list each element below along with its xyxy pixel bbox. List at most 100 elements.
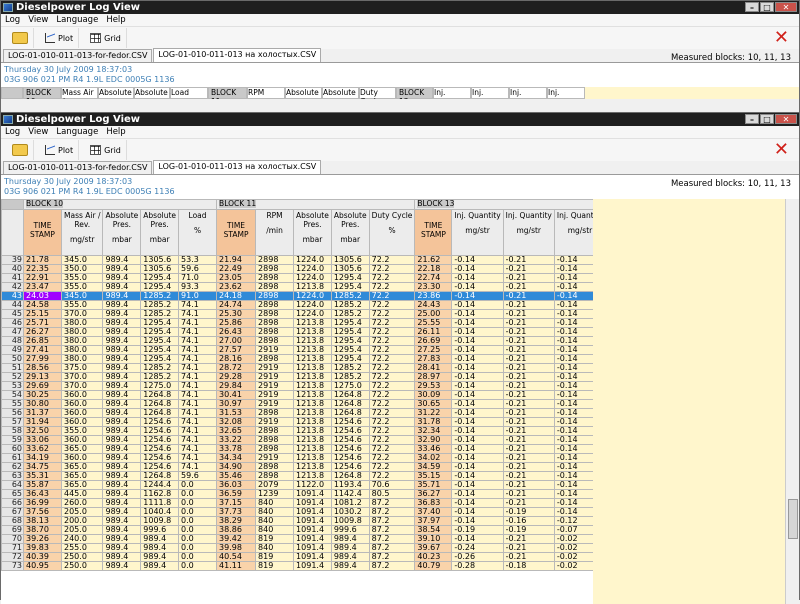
- column-header[interactable]: Mass Air / Rev. mg/str: [60, 209, 104, 256]
- table-row[interactable]: 40 22.35 350.0 989.4 1305.6 59.6 22.49 2898 1224…: [1, 264, 658, 274]
- menu-language[interactable]: Language: [56, 127, 98, 137]
- table-row[interactable]: 67 37.56 205.0 989.4 1040.4 0.0 37.73 840 1091.4…: [1, 507, 658, 517]
- column-header[interactable]: Inj. Quantity mg/str: [502, 209, 555, 256]
- table-row[interactable]: 53 29.69 370.0 989.4 1275.0 74.1 29.84 2919 1213…: [1, 381, 658, 391]
- close-window-button[interactable]: ✕: [775, 2, 797, 12]
- time-stamp-cell: 29.53: [414, 381, 453, 391]
- value-cell: -0.21: [502, 282, 555, 292]
- table-row[interactable]: 61 34.19 360.0 989.4 1254.6 74.1 34.34 2919 1213…: [1, 453, 658, 463]
- grid-button[interactable]: Grid: [85, 28, 127, 48]
- table-row[interactable]: 44 24.58 355.0 989.4 1285.2 74.1 24.74 2898 1224…: [1, 300, 658, 310]
- table-row[interactable]: 50 27.99 380.0 989.4 1295.4 74.1 28.16 2898 1213…: [1, 354, 658, 364]
- scrollbar-thumb[interactable]: [788, 499, 798, 539]
- column-header[interactable]: Load%: [178, 209, 218, 256]
- table-row[interactable]: 63 35.31 365.0 989.4 1264.8 59.6 35.46 2898 1213…: [1, 471, 658, 481]
- value-cell: 1264.8: [140, 399, 180, 409]
- column-header[interactable]: Absolute Pres. mbar: [102, 209, 142, 256]
- table-row[interactable]: 54 30.25 360.0 989.4 1264.8 74.1 30.41 2919 1213…: [1, 390, 658, 400]
- plot-button[interactable]: Plot: [40, 28, 80, 48]
- value-cell: 360.0: [60, 417, 104, 427]
- tab-file-1[interactable]: LOG-01-010-011-013-for-fedor.CSV: [3, 161, 153, 174]
- close-log-icon[interactable]: ✕: [774, 29, 789, 47]
- time-stamp-cell: 34.90: [216, 462, 257, 472]
- close-log-icon[interactable]: ✕: [774, 141, 789, 159]
- table-row[interactable]: 69 38.70 205.0 989.4 999.6 0.0 38.86 840 1091.4 9…: [1, 525, 658, 535]
- table-row[interactable]: 55 30.80 360.0 989.4 1264.8 74.1 30.97 2919 1213…: [1, 399, 658, 409]
- column-header[interactable]: Absolute Pres. mbar: [140, 209, 180, 256]
- table-row[interactable]: 64 35.87 365.0 989.4 1244.4 0.0 36.03 2079 1122.…: [1, 480, 658, 490]
- value-cell: 1213.8: [293, 417, 332, 427]
- menu-view[interactable]: View: [28, 127, 48, 137]
- table-row[interactable]: 60 33.62 365.0 989.4 1254.6 74.1 33.78 2898 1213…: [1, 444, 658, 454]
- table-row[interactable]: 52 29.13 370.0 989.4 1285.2 74.1 29.28 2919 1213…: [1, 372, 658, 382]
- back-window[interactable]: Dieselpower Log View – □ ✕ Log View Lang…: [0, 0, 800, 118]
- maximize-button[interactable]: □: [760, 2, 774, 12]
- table-row[interactable]: 57 31.94 360.0 989.4 1254.6 74.1 32.08 2919 1213…: [1, 417, 658, 427]
- front-window[interactable]: Dieselpower Log View – □ ✕ Log View Lang…: [0, 112, 800, 604]
- table-row[interactable]: 39 21.78 345.0 989.4 1305.6 53.3 21.94 2898 1224…: [1, 255, 658, 265]
- grid-button[interactable]: Grid: [85, 140, 127, 160]
- time-stamp-cell: 28.72: [216, 363, 257, 373]
- table-row[interactable]: 72 40.39 250.0 989.4 989.4 0.0 40.54 819 1091.4 9…: [1, 552, 658, 562]
- close-window-button[interactable]: ✕: [775, 114, 797, 124]
- table-row[interactable]: 47 26.27 380.0 989.4 1295.4 74.1 26.43 2898 1213…: [1, 327, 658, 337]
- table-row[interactable]: 66 36.99 260.0 989.4 1111.8 0.0 37.15 840 1091.4…: [1, 498, 658, 508]
- table-row[interactable]: 65 36.43 445.0 989.4 1162.8 0.0 36.59 1239 1091.…: [1, 489, 658, 499]
- table-row[interactable]: 73 40.95 250.0 989.4 989.4 0.0 41.11 819 1091.4 9…: [1, 561, 658, 571]
- back-grid[interactable]: BLOCK 10 Mass Air / ... Absolute ... Abs…: [1, 87, 799, 99]
- row-number: 65: [1, 489, 24, 499]
- tab-file-2[interactable]: LOG-01-010-011-013 на холостых.CSV: [153, 48, 322, 62]
- column-header[interactable]: RPM/min: [255, 209, 295, 256]
- column-header[interactable]: Duty Cycle%: [368, 209, 416, 256]
- column-header[interactable]: TIME STAMP: [23, 209, 62, 256]
- value-cell: 1305.6: [140, 264, 180, 274]
- value-cell: 2919: [255, 390, 295, 400]
- table-row[interactable]: 42 23.47 355.0 989.4 1295.4 93.3 23.62 2898 1213…: [1, 282, 658, 292]
- value-cell: 840: [255, 507, 295, 517]
- minimize-button[interactable]: –: [745, 114, 759, 124]
- value-cell: 989.4: [102, 300, 142, 310]
- menu-view[interactable]: View: [28, 15, 48, 25]
- table-row[interactable]: 58 32.50 355.0 989.4 1254.6 74.1 32.65 2898 1213…: [1, 426, 658, 436]
- menu-log[interactable]: Log: [5, 15, 20, 25]
- table-row[interactable]: 62 34.75 365.0 989.4 1254.6 74.1 34.90 2898 1213…: [1, 462, 658, 472]
- table-row[interactable]: 46 25.71 380.0 989.4 1295.4 74.1 25.86 2898 1213…: [1, 318, 658, 328]
- column-header[interactable]: Inj. Quantity mg/str: [451, 209, 504, 256]
- tab-file-2[interactable]: LOG-01-010-011-013 на холостых.CSV: [153, 160, 322, 174]
- back-title-bar[interactable]: Dieselpower Log View – □ ✕: [1, 1, 799, 14]
- plot-button[interactable]: Plot: [40, 140, 80, 160]
- front-title-bar[interactable]: Dieselpower Log View – □ ✕: [1, 113, 799, 126]
- data-table: BLOCK 10 BLOCK 11 BLOCK 13 TIME STAMP Mass Ai…: [1, 199, 658, 571]
- maximize-button[interactable]: □: [760, 114, 774, 124]
- minimize-button[interactable]: –: [745, 2, 759, 12]
- table-row[interactable]: 56 31.37 360.0 989.4 1264.8 74.1 31.53 2898 1213…: [1, 408, 658, 418]
- table-row[interactable]: 59 33.06 360.0 989.4 1254.6 74.1 33.22 2898 1213…: [1, 435, 658, 445]
- value-cell: 365.0: [60, 471, 104, 481]
- column-header[interactable]: TIME STAMP: [414, 209, 453, 256]
- table-row[interactable]: 49 27.41 380.0 989.4 1295.4 74.1 27.57 2919 1213…: [1, 345, 658, 355]
- table-row[interactable]: 51 28.56 375.0 989.4 1285.2 74.1 28.72 2919 1213…: [1, 363, 658, 373]
- table-row[interactable]: 41 22.91 355.0 989.4 1295.4 71.0 23.05 2898 1224…: [1, 273, 658, 283]
- column-header[interactable]: Absolute Pres. mbar: [293, 209, 332, 256]
- menu-help[interactable]: Help: [106, 127, 125, 137]
- column-header[interactable]: TIME STAMP: [216, 209, 257, 256]
- value-cell: 360.0: [60, 408, 104, 418]
- time-stamp-cell: 35.31: [23, 471, 62, 481]
- tab-file-1[interactable]: LOG-01-010-011-013-for-fedor.CSV: [3, 49, 153, 62]
- vertical-scrollbar[interactable]: [785, 199, 799, 604]
- table-row[interactable]: 45 25.15 370.0 989.4 1285.2 74.1 25.30 2898 1224…: [1, 309, 658, 319]
- column-header[interactable]: Absolute Pres. mbar: [330, 209, 370, 256]
- value-cell: 72.2: [368, 417, 416, 427]
- menu-help[interactable]: Help: [106, 15, 125, 25]
- table-row[interactable]: 71 39.83 255.0 989.4 989.4 0.0 39.98 840 1091.4 9…: [1, 543, 658, 553]
- open-button[interactable]: [7, 140, 34, 160]
- menu-language[interactable]: Language: [56, 15, 98, 25]
- table-row[interactable]: 43 24.03 345.0 989.4 1285.2 91.0 24.18 2898 1224…: [1, 291, 658, 301]
- table-row[interactable]: 48 26.85 380.0 989.4 1295.4 74.1 27.00 2898 1213…: [1, 336, 658, 346]
- open-button[interactable]: [7, 28, 34, 48]
- menu-log[interactable]: Log: [5, 127, 20, 137]
- time-stamp-cell: 24.18: [216, 291, 257, 301]
- data-grid[interactable]: BLOCK 10 BLOCK 11 BLOCK 13 TIME STAMP Mass Ai…: [1, 199, 799, 604]
- table-row[interactable]: 70 39.26 240.0 989.4 989.4 0.0 39.42 819 1091.4 9…: [1, 534, 658, 544]
- table-row[interactable]: 68 38.13 200.0 989.4 1009.8 0.0 38.29 840 1091.4…: [1, 516, 658, 526]
